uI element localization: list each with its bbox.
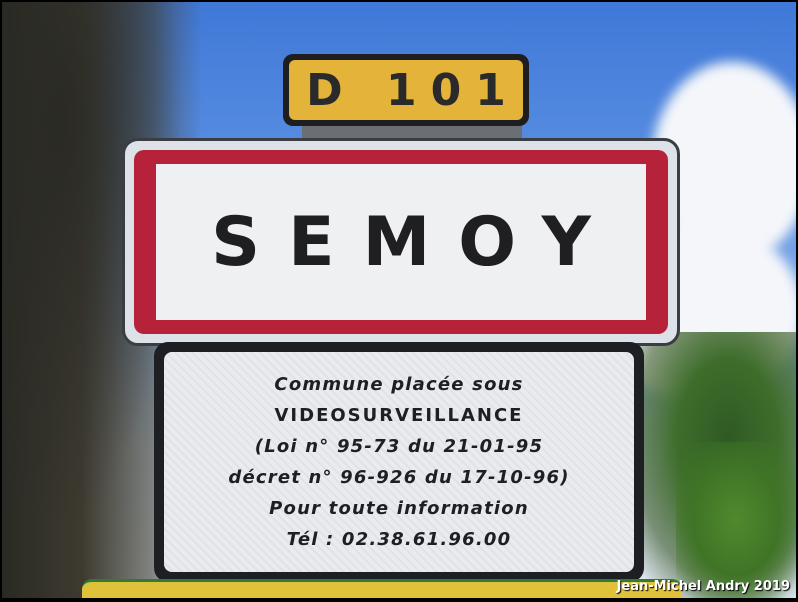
photo-credit: Jean-Michel Andry 2019 bbox=[616, 579, 790, 594]
surveillance-notice-sign: Commune placée sous VIDEOSURVEILLANCE (L… bbox=[154, 342, 644, 582]
route-sign: D 101 bbox=[283, 54, 529, 126]
town-sign-border: SEMOY bbox=[134, 150, 668, 334]
town-name: SEMOY bbox=[211, 202, 619, 282]
photo: D 101 SEMOY Commune placée sous VIDEOSUR… bbox=[2, 2, 796, 598]
notice-panel: Commune placée sous VIDEOSURVEILLANCE (L… bbox=[164, 352, 634, 572]
route-number: D 101 bbox=[289, 60, 523, 120]
notice-line: VIDEOSURVEILLANCE bbox=[274, 405, 524, 426]
trees-right-foliage bbox=[676, 442, 796, 598]
notice-line: Commune placée sous bbox=[274, 374, 524, 395]
notice-line: Pour toute information bbox=[269, 498, 529, 519]
lower-sign-edge bbox=[82, 579, 682, 598]
town-sign-face: SEMOY bbox=[156, 164, 646, 320]
town-entry-sign: SEMOY bbox=[122, 138, 680, 346]
notice-line: décret n° 96-926 du 17-10-96) bbox=[228, 467, 570, 488]
notice-line: (Loi n° 95-73 du 21-01-95 bbox=[254, 436, 544, 457]
notice-phone: Tél : 02.38.61.96.00 bbox=[286, 529, 512, 550]
